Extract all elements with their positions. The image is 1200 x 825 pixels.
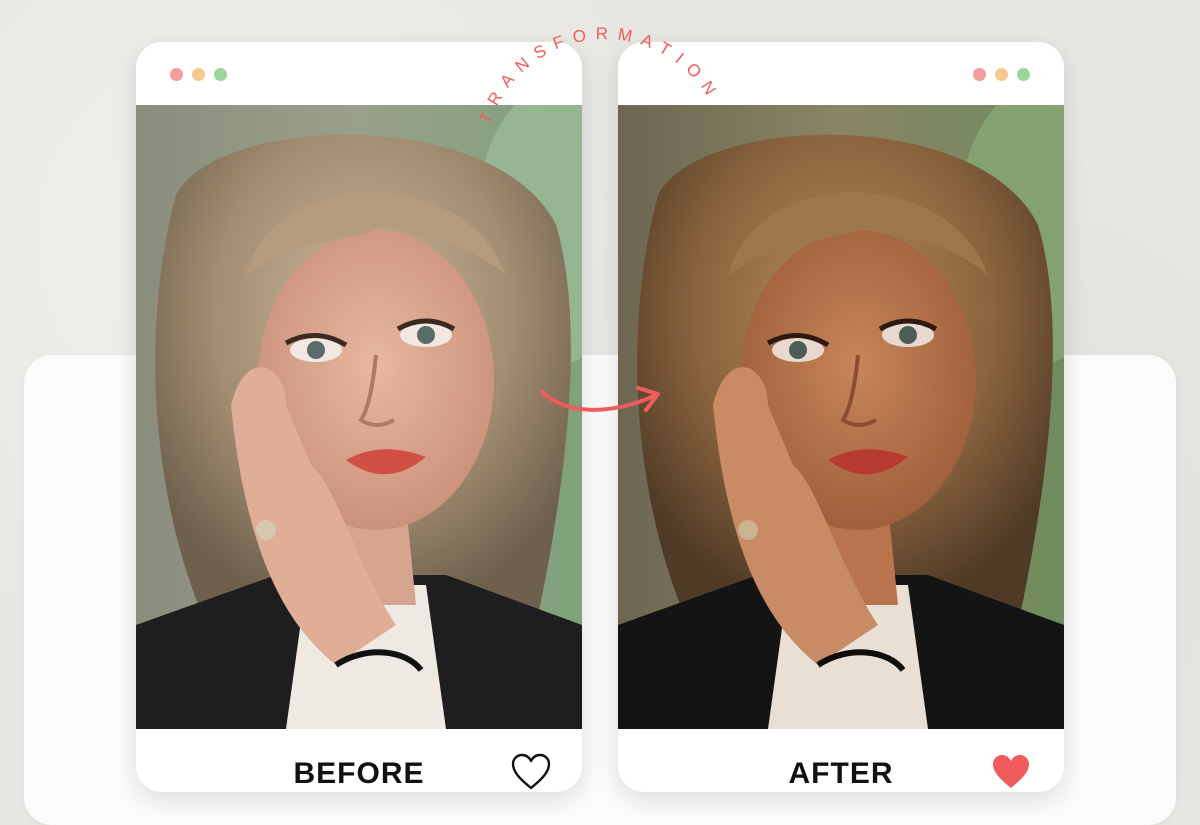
window-dots	[170, 68, 227, 81]
window-dot-yellow	[192, 68, 205, 81]
window-dot-yellow	[995, 68, 1008, 81]
transformation-arc-text: TRANSFORMATION	[476, 24, 725, 126]
window-dots	[973, 68, 1030, 81]
window-dot-green	[214, 68, 227, 81]
heart-filled-icon[interactable]	[990, 753, 1032, 791]
curved-arrow-right-icon	[540, 386, 660, 412]
arc-text-label: TRANSFORMATION	[476, 24, 716, 126]
svg-text:TRANSFORMATION: TRANSFORMATION	[476, 24, 725, 126]
portrait-image	[136, 105, 582, 729]
window-dot-red	[973, 68, 986, 81]
window-dot-green	[1017, 68, 1030, 81]
window-dot-red	[170, 68, 183, 81]
before-photo	[136, 105, 582, 729]
portrait-image-edited	[618, 105, 1064, 729]
after-photo	[618, 105, 1064, 729]
heart-outline-icon[interactable]	[510, 753, 552, 791]
